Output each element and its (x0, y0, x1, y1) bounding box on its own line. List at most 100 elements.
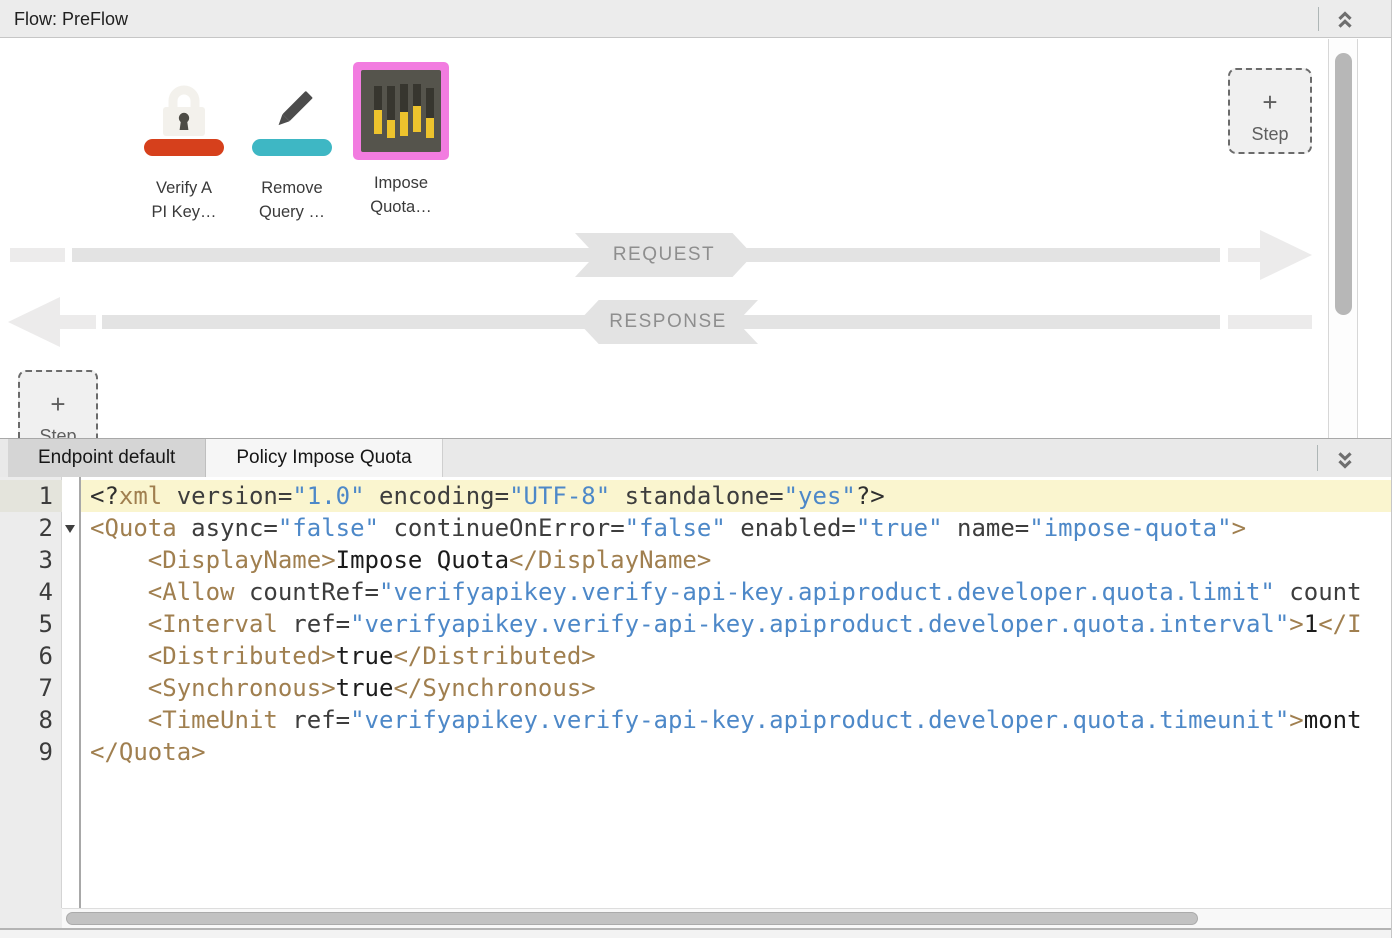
code-line-content[interactable]: <Distributed>true</Distributed> (81, 640, 1391, 672)
policy-remove-query-param[interactable]: RemoveQuery … (244, 70, 340, 224)
line-number: 4 (0, 576, 62, 608)
code-line-content[interactable]: </Quota> (81, 736, 1391, 768)
pencil-icon (252, 139, 332, 156)
code-token: 1 (1304, 610, 1318, 638)
code-token: <DisplayName> (148, 546, 336, 574)
flow-vertical-scrollbar[interactable] (1328, 39, 1358, 438)
code-line-content[interactable]: <Quota async="false" continueOnError="fa… (81, 512, 1391, 544)
code-token (90, 674, 148, 702)
xml-code-editor[interactable]: 1 <?xml version="1.0" encoding="UTF-8" st… (0, 477, 1391, 908)
code-line-3[interactable]: 3 <DisplayName>Impose Quota</DisplayName… (0, 544, 1391, 576)
window-bottom-edge (0, 928, 1391, 938)
policy-label: ImposeQuota… (346, 171, 456, 219)
code-line-4[interactable]: 4 <Allow countRef="verifyapikey.verify-a… (0, 576, 1391, 608)
flow-vertical-scrollbar-thumb[interactable] (1335, 53, 1352, 315)
code-token (90, 546, 148, 574)
code-line-content[interactable]: <Interval ref="verifyapikey.verify-api-k… (81, 608, 1391, 640)
code-token: <Quota (90, 514, 177, 542)
code-token: true (336, 642, 394, 670)
code-token: <? (90, 482, 119, 510)
code-token: <Allow (148, 578, 235, 606)
code-token: async= (177, 514, 278, 542)
response-badge: RESPONSE (578, 300, 758, 344)
code-line-content[interactable]: <?xml version="1.0" encoding="UTF-8" sta… (81, 480, 1391, 512)
request-arrowhead-icon (1260, 230, 1312, 280)
plus-icon: + (1236, 89, 1304, 115)
code-token: mont (1304, 706, 1362, 734)
flow-title: Flow: PreFlow (14, 0, 128, 38)
code-token: xml (119, 482, 162, 510)
code-token (90, 578, 148, 606)
code-line-5[interactable]: 5 <Interval ref="verifyapikey.verify-api… (0, 608, 1391, 640)
code-token: <Synchronous> (148, 674, 336, 702)
code-token: encoding= (365, 482, 510, 510)
code-token (90, 642, 148, 670)
code-token: "verifyapikey.verify-api-key.apiproduct.… (379, 578, 1275, 606)
code-area[interactable]: 1 <?xml version="1.0" encoding="UTF-8" st… (0, 480, 1391, 768)
tabbar-divider (1317, 445, 1318, 471)
response-arrow-tail (54, 315, 96, 329)
line-number: 7 (0, 672, 62, 704)
fold-toggle-icon[interactable] (65, 525, 75, 533)
flow-canvas: Verify API Key…RemoveQuery …ImposeQuota…… (0, 39, 1391, 438)
code-token: "impose-quota" (1029, 514, 1231, 542)
code-line-content[interactable]: <Synchronous>true</Synchronous> (81, 672, 1391, 704)
line-number: 1 (0, 480, 62, 512)
tab-bar: Endpoint defaultPolicy Impose Quota (0, 438, 1391, 477)
code-token (90, 610, 148, 638)
horizontal-scrollbar-track[interactable] (62, 908, 1391, 928)
code-token: countRef= (235, 578, 380, 606)
header-divider (1318, 7, 1319, 31)
code-line-content[interactable]: <DisplayName>Impose Quota</DisplayName> (81, 544, 1391, 576)
code-token: ref= (278, 610, 350, 638)
code-token: "verifyapikey.verify-api-key.apiproduct.… (350, 610, 1289, 638)
request-label: REQUEST (613, 244, 715, 266)
response-arrow-stub (1228, 315, 1312, 329)
scrollbar-gutter-corner (0, 908, 62, 928)
policy-impose-quota[interactable]: ImposeQuota… (346, 62, 456, 219)
code-line-content[interactable]: <Allow countRef="verifyapikey.verify-api… (81, 576, 1391, 608)
code-line-content[interactable]: <TimeUnit ref="verifyapikey.verify-api-k… (81, 704, 1391, 736)
code-token: count (1275, 578, 1362, 606)
gutter-rule (79, 477, 81, 908)
chevron-double-up-icon[interactable] (1331, 8, 1359, 32)
response-arrowhead-icon (8, 297, 60, 347)
line-number: 6 (0, 640, 62, 672)
line-number: 8 (0, 704, 62, 736)
code-token: </Distributed> (393, 642, 595, 670)
code-line-7[interactable]: 7 <Synchronous>true</Synchronous> (0, 672, 1391, 704)
code-line-8[interactable]: 8 <TimeUnit ref="verifyapikey.verify-api… (0, 704, 1391, 736)
code-line-6[interactable]: 6 <Distributed>true</Distributed> (0, 640, 1391, 672)
line-number: 5 (0, 608, 62, 640)
policy-label: Verify API Key… (136, 176, 232, 224)
line-number: 9 (0, 736, 62, 768)
code-token: </DisplayName> (509, 546, 711, 574)
code-token: "false" (278, 514, 379, 542)
bar-chart-icon (361, 70, 441, 152)
line-number: 3 (0, 544, 62, 576)
code-token: > (1232, 514, 1246, 542)
add-step-button-request[interactable]: + Step (1228, 68, 1312, 154)
editor-horizontal-scrollbar[interactable] (0, 908, 1391, 928)
code-token: </I (1318, 610, 1361, 638)
code-line-9[interactable]: 9 </Quota> (0, 736, 1391, 768)
tab-endpoint-default[interactable]: Endpoint default (8, 439, 206, 477)
policy-label: RemoveQuery … (244, 176, 340, 224)
code-token: ref= (278, 706, 350, 734)
code-token: ?> (856, 482, 885, 510)
code-token: "verifyapikey.verify-api-key.apiproduct.… (350, 706, 1289, 734)
policy-verify-api-key[interactable]: Verify API Key… (136, 70, 232, 224)
code-line-1[interactable]: 1 <?xml version="1.0" encoding="UTF-8" st… (0, 480, 1391, 512)
code-token: "true" (856, 514, 943, 542)
code-token: "1.0" (292, 482, 364, 510)
code-line-2[interactable]: 2 <Quota async="false" continueOnError="f… (0, 512, 1391, 544)
code-token: </Synchronous> (393, 674, 595, 702)
selection-ring (353, 62, 449, 160)
horizontal-scrollbar-thumb[interactable] (66, 912, 1198, 925)
add-step-button-response[interactable]: + Step (18, 370, 98, 438)
code-token: <Interval (148, 610, 278, 638)
line-number: 2 (0, 512, 62, 544)
editor-tabs: Endpoint defaultPolicy Impose Quota (8, 439, 443, 477)
tab-policy-impose-quota[interactable]: Policy Impose Quota (206, 439, 442, 477)
chevron-double-down-icon[interactable] (1331, 448, 1359, 472)
